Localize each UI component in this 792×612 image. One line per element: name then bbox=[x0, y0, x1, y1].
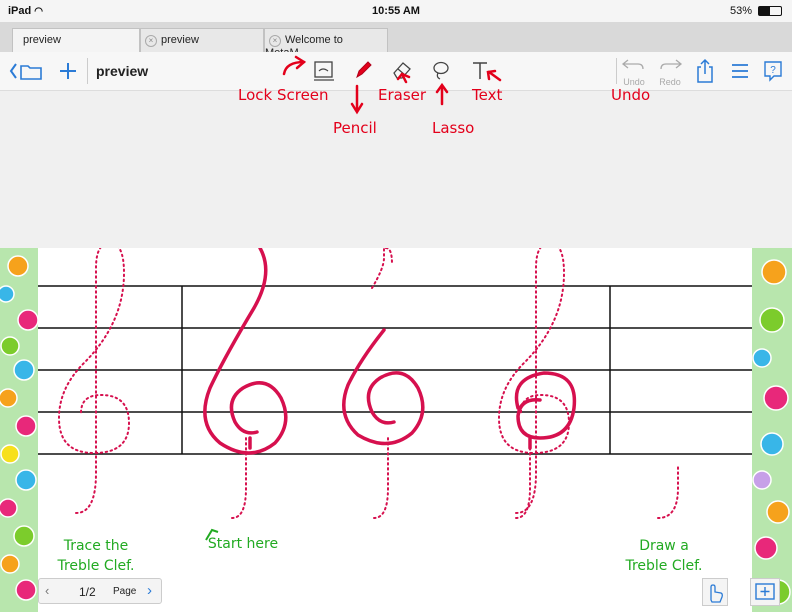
clock: 10:55 AM bbox=[372, 5, 420, 17]
annotation-lasso: Lasso bbox=[432, 119, 475, 137]
hand-touch-icon[interactable] bbox=[702, 578, 728, 606]
status-bar: 10:55 AM iPad ◠ 53% bbox=[0, 0, 792, 22]
battery-icon bbox=[758, 6, 782, 16]
tab-preview-active[interactable]: preview bbox=[12, 28, 140, 52]
instruction-trace-line2: Treble Clef. bbox=[57, 558, 135, 574]
instruction-start-here: Start here bbox=[207, 536, 279, 552]
close-tab-icon[interactable]: × bbox=[269, 35, 281, 47]
annotation-lock-screen: Lock Screen bbox=[238, 86, 329, 104]
polka-dot-border-right bbox=[752, 248, 792, 612]
next-page-icon[interactable]: › bbox=[147, 582, 152, 599]
wifi-icon: ◠ bbox=[34, 6, 44, 17]
tab-bar: preview × preview ×Welcome to MetaM... bbox=[0, 22, 792, 59]
previous-page-icon[interactable]: ‹ bbox=[45, 583, 49, 598]
annotation-undo: Undo bbox=[611, 86, 651, 104]
page-label: Page bbox=[113, 586, 137, 597]
tab-label: preview bbox=[161, 34, 199, 46]
worksheet-page[interactable]: Trace the Treble Clef. Start here Draw a… bbox=[38, 248, 752, 612]
polka-dot-border-left bbox=[0, 248, 38, 612]
annotation-pencil: Pencil bbox=[333, 119, 377, 137]
instruction-draw: Draw a Treble Clef. bbox=[614, 536, 714, 576]
add-page-icon[interactable] bbox=[750, 578, 780, 606]
instruction-draw-line2: Treble Clef. bbox=[625, 558, 703, 574]
annotation-eraser: Eraser bbox=[378, 86, 427, 104]
page-count: 1/2 bbox=[79, 585, 96, 599]
page-navigator: ‹ 1/2 Page › bbox=[38, 578, 162, 604]
carrier-label: iPad ◠ bbox=[8, 5, 44, 17]
tab-label: preview bbox=[23, 34, 61, 46]
instruction-trace-line1: Trace the bbox=[63, 538, 129, 554]
instruction-trace: Trace the Treble Clef. bbox=[46, 536, 146, 576]
close-tab-icon[interactable]: × bbox=[145, 35, 157, 47]
annotation-text: Text bbox=[472, 86, 503, 104]
tab-welcome[interactable]: ×Welcome to MetaM... bbox=[264, 28, 388, 59]
tab-preview[interactable]: × preview bbox=[140, 28, 264, 52]
instruction-draw-line1: Draw a bbox=[639, 538, 689, 554]
battery-percent: 53% bbox=[729, 5, 752, 17]
worksheet-area: Trace the Treble Clef. Start here Draw a… bbox=[0, 248, 792, 612]
